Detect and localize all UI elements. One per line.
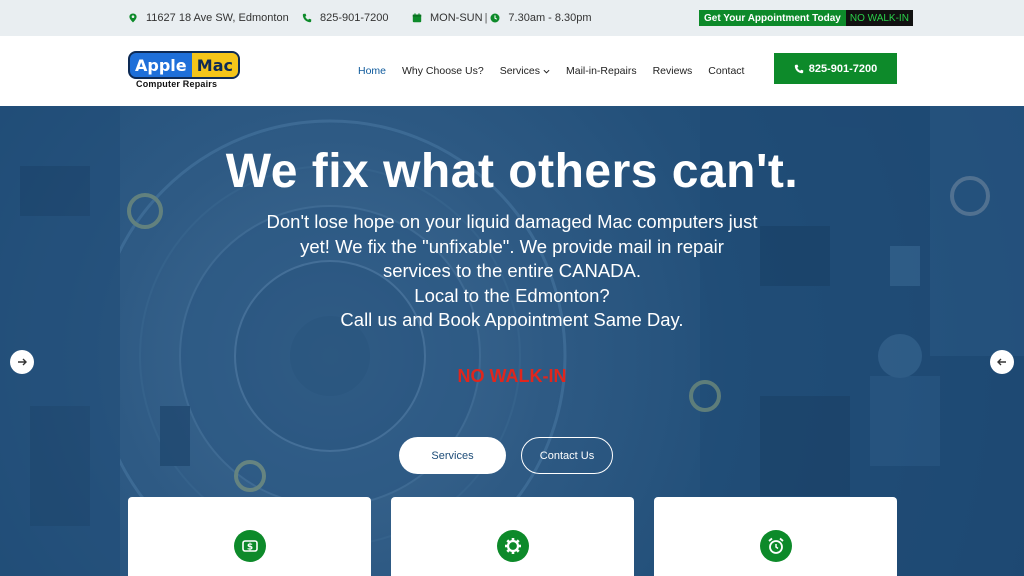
slider-next-button[interactable] [990, 350, 1014, 374]
nav-item-why-choose-us[interactable]: Why Choose Us? [402, 65, 484, 77]
chevron-down-icon [543, 69, 550, 74]
nav-item-services[interactable]: Services [500, 65, 550, 77]
hours-item: MON-SUN | 7.30am - 8.30pm [412, 0, 592, 36]
money-icon: $ [234, 530, 266, 562]
feature-card [654, 497, 897, 576]
appointment-banner[interactable]: Get Your Appointment Today NO WALK-IN [699, 10, 913, 26]
logo[interactable]: Apple Mac Computer Repairs [128, 51, 240, 91]
svg-text:$: $ [247, 543, 253, 553]
hero-description-line: Don't lose hope on your liquid damaged M… [266, 211, 758, 232]
site-header: Apple Mac Computer Repairs Home Why Choo… [0, 36, 1024, 106]
calendar-icon [412, 13, 422, 23]
alarm-clock-icon [760, 530, 792, 562]
logo-word-mac: Mac [191, 53, 238, 77]
top-info-bar: 11627 18 Ave SW, Edmonton 825-901-7200 M… [0, 0, 1024, 36]
location-pin-icon [128, 13, 138, 23]
hero-description-line: Local to the Edmonton? [414, 284, 610, 306]
no-walk-in-notice: NO WALK-IN [457, 366, 567, 386]
gear-icon [497, 530, 529, 562]
logo-badge: Apple Mac [128, 51, 240, 79]
hero-slider: We fix what others can't. Don't lose hop… [0, 106, 1024, 576]
hero-description: Don't lose hope on your liquid damaged M… [212, 210, 812, 333]
nav-item-home[interactable]: Home [358, 65, 386, 77]
hero-title: We fix what others can't. [225, 145, 799, 198]
hero-description-line: services to the entire CANADA. [382, 260, 642, 281]
nav-item-contact[interactable]: Contact [708, 65, 744, 77]
days-text: MON-SUN [430, 12, 483, 24]
nav-item-reviews[interactable]: Reviews [653, 65, 693, 77]
appointment-label[interactable]: Get Your Appointment Today [699, 10, 846, 26]
logo-word-apple: Apple [135, 55, 187, 75]
divider: | [484, 12, 488, 24]
slider-prev-button[interactable] [10, 350, 34, 374]
services-button[interactable]: Services [399, 437, 506, 474]
clock-icon [490, 13, 500, 23]
main-nav: Home Why Choose Us? Services Mail-in-Rep… [358, 36, 744, 106]
feature-card: $ [128, 497, 371, 576]
nav-item-services-label: Services [499, 65, 540, 77]
nav-item-mail-in-repairs[interactable]: Mail-in-Repairs [566, 65, 637, 77]
contact-us-button[interactable]: Contact Us [521, 437, 613, 474]
hours-text: 7.30am - 8.30pm [508, 12, 592, 24]
hero-description-line: yet! We fix the "unfixable". We provide … [300, 235, 724, 257]
feature-card [391, 497, 634, 576]
logo-tagline: Computer Repairs [136, 79, 218, 89]
phone-icon [302, 13, 312, 23]
arrow-right-icon [18, 358, 27, 366]
call-button[interactable]: 825-901-7200 [774, 53, 897, 84]
walkin-label: NO WALK-IN [845, 10, 913, 26]
hero-description-line: Call us and Book Appointment Same Day. [340, 309, 684, 330]
address-item: 11627 18 Ave SW, Edmonton [128, 0, 289, 36]
phone-text[interactable]: 825-901-7200 [320, 12, 389, 24]
call-button-label: 825-901-7200 [808, 62, 878, 75]
address-text: 11627 18 Ave SW, Edmonton [146, 12, 289, 24]
phone-item[interactable]: 825-901-7200 [302, 0, 389, 36]
phone-icon [794, 64, 803, 73]
arrow-left-icon [997, 358, 1006, 366]
